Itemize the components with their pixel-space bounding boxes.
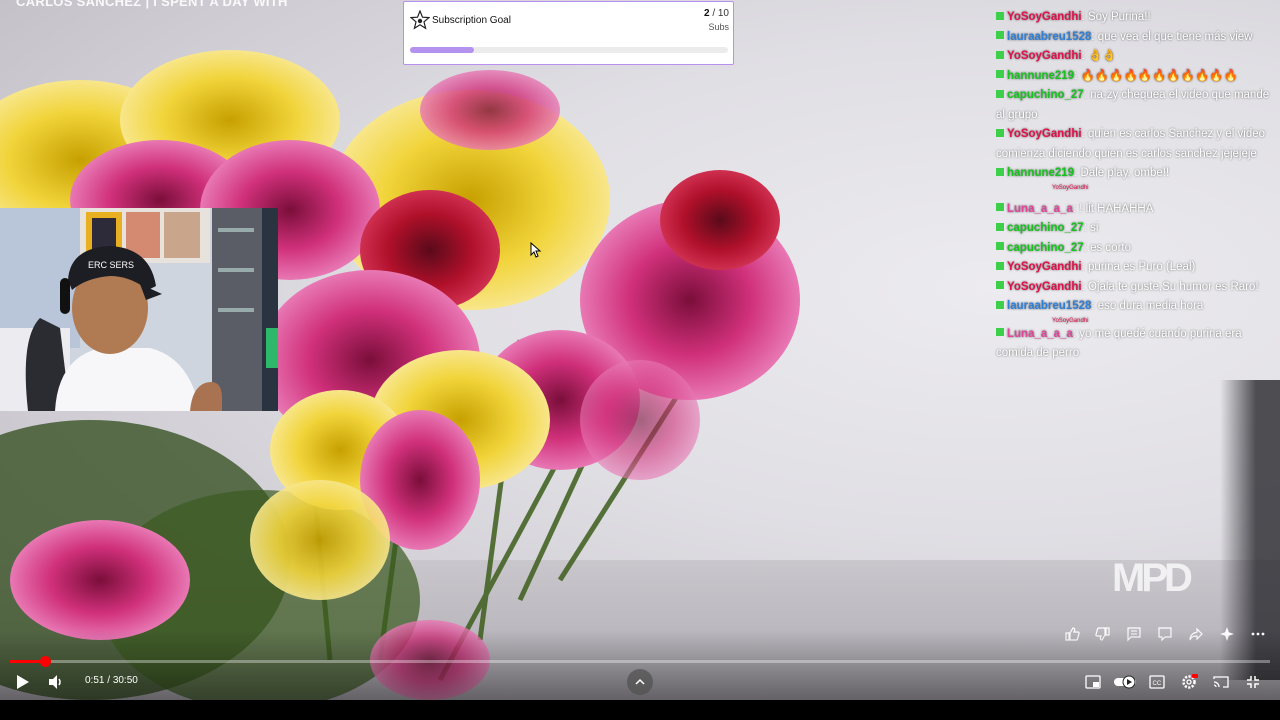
chat-badge-icon <box>996 128 1004 137</box>
chat-username[interactable]: Luna_a_a_a <box>1007 203 1073 215</box>
seek-bar-scrubber[interactable] <box>39 656 51 667</box>
chat-text: Soy Purina!! <box>1087 11 1151 23</box>
chat-badge-icon <box>996 167 1004 176</box>
chevron-up-icon <box>635 678 645 685</box>
time-display: 0:51 / 30:50 <box>85 675 138 686</box>
play-button[interactable] <box>10 670 34 694</box>
chat-message: lauraabreu1528: eso dura media hora <box>996 297 1280 317</box>
chat-username[interactable]: YoSoyGandhi <box>1007 281 1082 293</box>
exit-fullscreen-button[interactable] <box>1242 670 1264 694</box>
chat-badge-icon <box>996 31 1004 40</box>
svg-text:CC: CC <box>1153 681 1162 687</box>
chat-gap <box>996 192 1280 200</box>
chat-message: lauraabreu1528: que vea el que tiene más… <box>996 28 1280 48</box>
time-separator: / <box>107 675 111 686</box>
chat-message: YoSoyGandhi: Ojala te guste,Su humor es … <box>996 278 1280 298</box>
settings-button[interactable] <box>1178 670 1200 694</box>
chat-message: Luna_a_a_a: yo me quedé cuando purina er… <box>996 327 1242 359</box>
chat-text: 👌👌 <box>1087 50 1117 62</box>
chat-message: Luna_a_a_a: ! lit HAHAHHA <box>996 200 1280 220</box>
goal-progress-track <box>410 47 728 53</box>
chat-message: hannune219: 🔥🔥🔥🔥🔥🔥🔥🔥🔥🔥🔥 <box>996 67 1280 87</box>
chat-text: si <box>1090 222 1099 234</box>
live-chat-overlay: YoSoyGandhi: Soy Purina!! lauraabreu1528:… <box>996 8 1280 364</box>
seek-bar[interactable] <box>10 656 1270 667</box>
goal-progress-fill <box>410 47 474 53</box>
chat-message: YoSoyGandhi: quien es carlos Sanchez y e… <box>996 128 1266 160</box>
chat-username[interactable]: hannune219 <box>1007 167 1074 179</box>
current-time: 0:51 <box>85 675 105 686</box>
video-title[interactable]: CARLOS SANCHEZ | I SPENT A DAY WITH <box>16 0 288 9</box>
autoplay-toggle-icon <box>1114 675 1136 689</box>
chat-username[interactable]: YoSoyGandhi <box>1007 50 1082 62</box>
chat-text: 🔥🔥🔥🔥🔥🔥🔥🔥🔥🔥🔥 <box>1080 69 1239 82</box>
goal-current: 2 <box>703 8 710 19</box>
chat-username[interactable]: Luna_a_a_a <box>1007 328 1073 340</box>
cast-button[interactable] <box>1210 670 1232 694</box>
chat-username[interactable]: capuchino_27 <box>1007 222 1084 234</box>
chat-message: capuchino_27: es corto <box>996 239 1280 259</box>
miniplayer-icon <box>1085 675 1101 689</box>
star-icon <box>410 10 430 30</box>
subscription-goal-widget: Subscription Goal 2 / 10 Subs <box>403 1 734 65</box>
mouse-cursor-icon <box>530 242 542 258</box>
chat-text: eso dura media hora <box>1097 300 1204 312</box>
chat-text: purina es Puro (Leal) <box>1087 261 1196 273</box>
bottom-letterbox <box>0 700 1280 720</box>
volume-icon <box>49 675 61 689</box>
chat-badge-icon <box>996 328 1004 337</box>
video-frame[interactable]: CARLOS SANCHEZ | I SPENT A DAY WITH Subs… <box>0 0 1280 720</box>
chat-message: YoSoyGandhi: purina es Puro (Leal) <box>996 258 1280 278</box>
chat-text: ! lit HAHAHHA <box>1079 202 1154 215</box>
chat-reply-tag: YoSoyGandhi <box>1052 317 1089 324</box>
captions-icon: CC <box>1149 675 1165 689</box>
chat-message: YoSoyGandhi: 👌👌 <box>996 47 1280 67</box>
svg-text:ERC SERS: ERC SERS <box>88 260 134 270</box>
chat-message: capuchino_27: si <box>996 219 1280 239</box>
chat-username[interactable]: capuchino_27 <box>1007 89 1084 101</box>
chat-text: Dale play, ombe!! <box>1080 167 1170 179</box>
channel-watermark: MPD <box>1112 556 1193 600</box>
chat-badge-icon <box>996 203 1004 212</box>
chat-username[interactable]: lauraabreu1528 <box>1007 31 1091 43</box>
miniplayer-button[interactable] <box>1082 670 1104 694</box>
goal-unit: Subs <box>708 22 729 32</box>
chat-message: capuchino_27: na-zy chequea el video que… <box>996 89 1270 121</box>
settings-icon <box>1182 674 1198 689</box>
chat-badge-icon <box>996 281 1004 290</box>
chat-badge-icon <box>996 11 1004 20</box>
volume-button[interactable] <box>44 670 68 694</box>
chat-username[interactable]: YoSoyGandhi <box>1007 128 1082 140</box>
chat-username[interactable]: lauraabreu1528 <box>1007 300 1091 312</box>
autoplay-toggle[interactable] <box>1113 670 1137 694</box>
chat-badge-icon <box>996 89 1004 98</box>
chat-username[interactable]: YoSoyGandhi <box>1007 261 1082 273</box>
chat-username[interactable]: hannune219 <box>1007 70 1074 82</box>
chat-badge-icon <box>996 70 1004 79</box>
chat-username[interactable]: YoSoyGandhi <box>1007 11 1082 23</box>
play-icon <box>17 675 29 689</box>
duration: 30:50 <box>112 675 138 686</box>
exit-fullscreen-icon <box>1247 676 1259 688</box>
chat-badge-icon <box>996 261 1004 270</box>
chat-message: hannune219: Dale play, ombe!! <box>996 164 1280 184</box>
chat-message: YoSoyGandhi: Soy Purina!! <box>996 8 1280 28</box>
goal-count: 2 / 10 <box>704 8 729 19</box>
chat-reply-tag: YoSoyGandhi <box>1052 184 1089 191</box>
chat-text: Ojala te guste,Su humor es Raro! <box>1087 280 1259 293</box>
captions-button[interactable]: CC <box>1146 670 1168 694</box>
chat-badge-icon <box>996 50 1004 59</box>
chat-badge-icon <box>996 300 1004 309</box>
chat-text: que vea el que tiene más view <box>1097 30 1253 43</box>
expand-chevron-button[interactable] <box>627 669 653 695</box>
cast-icon <box>1213 676 1229 688</box>
goal-separator: / <box>712 8 716 19</box>
goal-target: 10 <box>717 8 729 19</box>
goal-title: Subscription Goal <box>432 15 511 26</box>
chat-badge-icon <box>996 222 1004 231</box>
chat-badge-icon <box>996 242 1004 251</box>
chat-username[interactable]: capuchino_27 <box>1007 242 1084 254</box>
chat-text: es corto <box>1090 241 1132 254</box>
webcam-overlay: ERC SERS <box>0 208 278 411</box>
